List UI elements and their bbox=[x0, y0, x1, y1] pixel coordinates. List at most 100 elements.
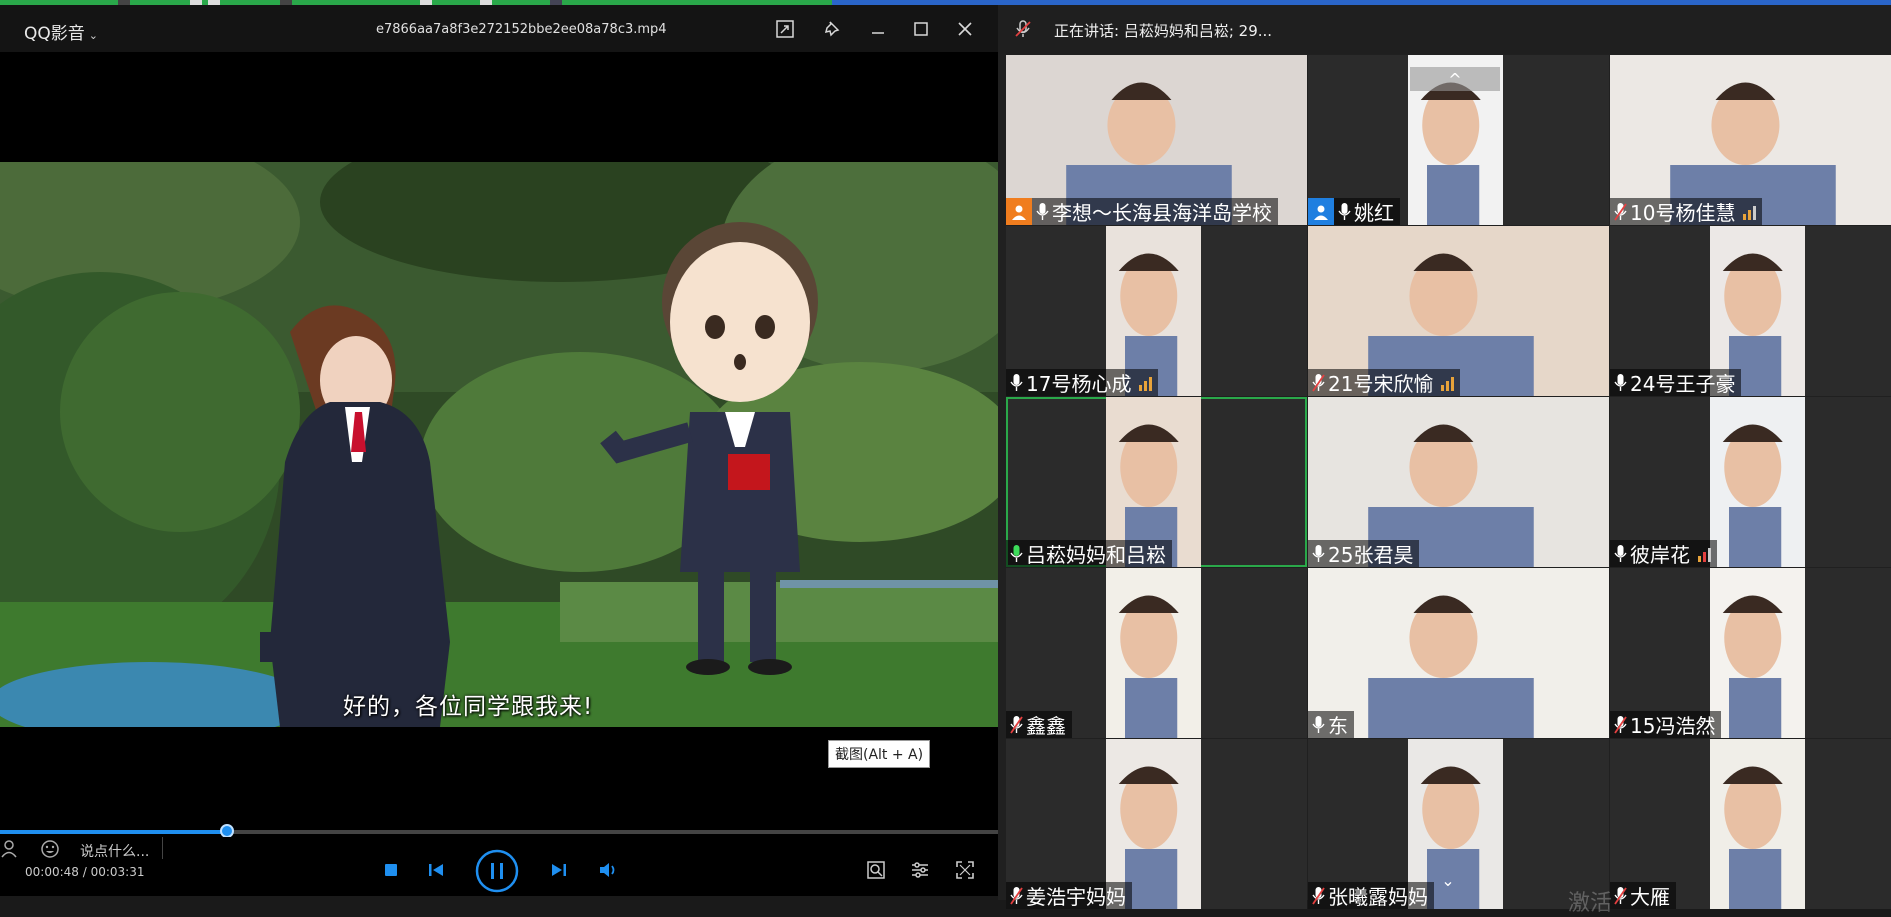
participant-name: 24号王子豪 bbox=[1630, 372, 1736, 396]
next-icon[interactable] bbox=[548, 859, 570, 881]
activation-watermark: 激活 bbox=[1568, 891, 1613, 916]
host-badge-icon bbox=[1006, 198, 1032, 225]
mic-icon bbox=[1312, 715, 1325, 735]
player-control-bar: 说点什么... 00:00:48 / 00:03:31 bbox=[0, 837, 998, 896]
participant-name: 彼岸花 bbox=[1630, 543, 1690, 567]
video-scene-image bbox=[0, 162, 998, 727]
participant-video bbox=[1710, 568, 1805, 738]
volume-icon[interactable] bbox=[596, 859, 620, 881]
settings-icon[interactable] bbox=[910, 860, 930, 885]
stop-icon[interactable] bbox=[380, 859, 402, 881]
participant-name: 张曦露妈妈 bbox=[1328, 885, 1428, 909]
emoji-icon[interactable] bbox=[40, 839, 60, 864]
meeting-header: 正在讲话: 吕菘妈妈和吕崧; 29... bbox=[998, 5, 1891, 54]
participant-video bbox=[1710, 739, 1805, 909]
participant-name-tag: 吕菘妈妈和吕崧 bbox=[1006, 540, 1172, 567]
pin-icon[interactable] bbox=[820, 16, 846, 42]
participant-tile[interactable]: 鑫鑫 bbox=[1006, 568, 1307, 738]
mic-muted-icon bbox=[1312, 886, 1325, 906]
participant-name-tag: 17号杨心成 bbox=[1006, 369, 1159, 396]
participant-name-tag: 大雁 bbox=[1610, 882, 1676, 909]
participant-name: 鑫鑫 bbox=[1026, 714, 1066, 738]
mic-icon bbox=[1010, 373, 1023, 393]
participant-name: 25张君昊 bbox=[1328, 543, 1414, 567]
participant-tile[interactable]: 东 bbox=[1308, 568, 1609, 738]
participant-name: 姚红 bbox=[1354, 201, 1394, 225]
participant-name: 15冯浩然 bbox=[1630, 714, 1716, 738]
mic-muted-icon bbox=[1614, 886, 1627, 906]
player-titlebar: QQ影音 ⌄ e7866aa7a8f3e272152bbe2ee08a78c3.m… bbox=[0, 5, 998, 52]
participant-tile[interactable]: 24号王子豪 bbox=[1610, 226, 1891, 396]
seek-handle[interactable] bbox=[219, 824, 234, 838]
participant-name: 吕菘妈妈和吕崧 bbox=[1026, 543, 1166, 567]
mic-icon bbox=[1614, 544, 1627, 564]
close-icon[interactable] bbox=[952, 16, 978, 42]
participant-name: 李想～长海县海洋岛学校 bbox=[1052, 201, 1272, 225]
video-meeting-window: 正在讲话: 吕菘妈妈和吕崧; 29... 李想～长海县海洋岛学校 姚红 10号杨佳慧… bbox=[998, 5, 1891, 916]
participant-video bbox=[1106, 568, 1201, 738]
video-frame[interactable]: 好的，各位同学跟我来! bbox=[0, 162, 998, 727]
mic-icon bbox=[1338, 202, 1351, 222]
playback-time: 00:00:48 / 00:03:31 bbox=[25, 865, 145, 879]
screenshot-icon[interactable] bbox=[866, 860, 886, 885]
mic-muted-icon bbox=[1312, 373, 1325, 393]
participant-tile[interactable]: 25张君昊 bbox=[1308, 397, 1609, 567]
participant-name-tag: 姚红 bbox=[1308, 198, 1400, 225]
seek-progress bbox=[0, 830, 227, 834]
scroll-up-button[interactable]: ^ bbox=[1410, 67, 1500, 91]
participant-name: 21号宋欣愉 bbox=[1328, 372, 1434, 396]
minimize-icon[interactable] bbox=[865, 16, 891, 42]
signal-strength-icon bbox=[1139, 375, 1153, 391]
participant-video bbox=[1710, 397, 1805, 567]
participant-name: 大雁 bbox=[1630, 885, 1670, 909]
danmu-tools bbox=[0, 839, 60, 864]
mic-muted-icon bbox=[1614, 715, 1627, 735]
pause-icon[interactable] bbox=[475, 849, 519, 893]
participant-tile[interactable]: 15冯浩然 bbox=[1610, 568, 1891, 738]
participant-tile[interactable]: 吕菘妈妈和吕崧 bbox=[1006, 397, 1307, 567]
participant-tile[interactable]: 21号宋欣愉 bbox=[1308, 226, 1609, 396]
mini-mode-icon[interactable] bbox=[772, 16, 798, 42]
mic-icon bbox=[1010, 544, 1023, 564]
participant-name-tag: 24号王子豪 bbox=[1610, 369, 1742, 396]
mic-icon bbox=[1036, 202, 1049, 222]
participant-name-tag: 10号杨佳慧 bbox=[1610, 198, 1763, 225]
mic-muted-icon bbox=[1010, 715, 1023, 735]
app-menu[interactable]: QQ影音 ⌄ bbox=[24, 19, 98, 44]
mic-icon bbox=[1614, 373, 1627, 393]
participant-name-tag: 姜浩宇妈妈 bbox=[1006, 882, 1132, 909]
chevron-down-icon: ⌄ bbox=[88, 29, 98, 42]
maximize-icon[interactable] bbox=[908, 16, 934, 42]
participant-name: 10号杨佳慧 bbox=[1630, 201, 1736, 225]
fullscreen-icon[interactable] bbox=[955, 860, 975, 885]
seek-bar[interactable] bbox=[0, 824, 998, 838]
participant-tile[interactable]: 大雁 bbox=[1610, 739, 1891, 909]
participant-name-tag: 21号宋欣愉 bbox=[1308, 369, 1461, 396]
participant-tile[interactable]: 李想～长海县海洋岛学校 bbox=[1006, 55, 1307, 225]
participant-tile[interactable]: 姜浩宇妈妈 bbox=[1006, 739, 1307, 909]
scroll-down-button[interactable]: ⌄ bbox=[1418, 868, 1478, 892]
participant-name: 姜浩宇妈妈 bbox=[1026, 885, 1126, 909]
participant-name-tag: 东 bbox=[1308, 711, 1354, 738]
prev-icon[interactable] bbox=[425, 859, 447, 881]
mic-muted-icon bbox=[1010, 886, 1023, 906]
danmu-input[interactable]: 说点什么... bbox=[80, 841, 149, 861]
speaking-indicator: 正在讲话: 吕菘妈妈和吕崧; 29... bbox=[1054, 22, 1273, 40]
participant-name: 东 bbox=[1328, 714, 1348, 738]
participant-name-tag: 15冯浩然 bbox=[1610, 711, 1722, 738]
user-icon[interactable] bbox=[0, 839, 22, 864]
signal-strength-icon bbox=[1743, 204, 1757, 220]
video-subtitle: 好的，各位同学跟我来! bbox=[343, 694, 594, 720]
participant-name-tag: 张曦露妈妈 bbox=[1308, 882, 1434, 909]
signal-strength-icon bbox=[1441, 375, 1455, 391]
mic-off-icon[interactable] bbox=[1012, 18, 1034, 40]
video-player-window: QQ影音 ⌄ e7866aa7a8f3e272152bbe2ee08a78c3.m… bbox=[0, 5, 998, 896]
participant-name-tag: 25张君昊 bbox=[1308, 540, 1420, 567]
participant-tile[interactable]: 彼岸花 bbox=[1610, 397, 1891, 567]
file-name: e7866aa7a8f3e272152bbe2ee08a78c3.mp4 bbox=[376, 22, 667, 37]
participant-tile[interactable]: 17号杨心成 bbox=[1006, 226, 1307, 396]
participant-tile[interactable]: 10号杨佳慧 bbox=[1610, 55, 1891, 225]
cohost-badge-icon bbox=[1308, 198, 1334, 225]
signal-strength-icon bbox=[1698, 546, 1711, 562]
participant-name: 17号杨心成 bbox=[1026, 372, 1132, 396]
